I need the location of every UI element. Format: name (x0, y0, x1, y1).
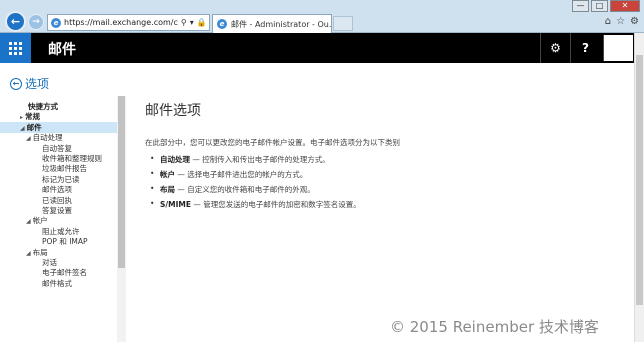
sidebar-item[interactable]: ◢ 自动处理 (26, 132, 63, 143)
browser-chrome: ← → e https://mail.exchange.com/c ⚲ ▾ 🔒 … (0, 0, 644, 33)
caret-down-icon[interactable]: ◢ (20, 125, 25, 132)
page-title: 邮件选项 (145, 103, 201, 119)
watermark: © 2015 Reinember 技术博客 (390, 318, 599, 336)
app-launcher-button[interactable] (0, 33, 31, 63)
sidebar-item[interactable]: ▸ 常规 (20, 111, 40, 122)
ie-tab-icon: e (217, 19, 227, 29)
category-item: 布局 — 自定义您的收件箱和电子邮件的外观。 (150, 184, 315, 195)
sidebar-item-label: 自动处理 (32, 133, 63, 143)
category-item: 自动处理 — 控制传入和传出电子邮件的处理方式。 (150, 154, 330, 165)
sidebar-item-label: 对话 (42, 258, 57, 267)
sidebar-item[interactable]: 阻止或允许 (42, 226, 80, 237)
sidebar-item[interactable]: 快捷方式 (28, 101, 58, 112)
sidebar-item-label: 常规 (25, 112, 41, 122)
home-icon[interactable]: ⌂ (605, 16, 611, 27)
caret-down-icon[interactable]: ◢ (26, 218, 31, 225)
sidebar-item[interactable]: 答复设置 (42, 205, 72, 216)
sidebar-item-label: 收件箱和整理规则 (42, 154, 102, 163)
category-term: 帐户 (160, 170, 175, 179)
category-item: S/MIME — 管理您发送的电子邮件的加密和数字签名设置。 (150, 199, 361, 210)
browser-back-button[interactable]: ← (5, 11, 26, 32)
new-tab-button[interactable] (333, 16, 353, 31)
sidebar-item[interactable]: ◢ 邮件 (0, 121, 117, 133)
category-term: S/MIME (160, 200, 191, 209)
address-url: https://mail.exchange.com/c (64, 18, 178, 27)
sidebar-item-label: 邮件 (26, 122, 42, 132)
sidebar-item[interactable]: POP 和 IMAP (42, 236, 88, 247)
maximize-button[interactable]: □ (591, 0, 608, 12)
sidebar-item[interactable]: 对话 (42, 257, 57, 268)
options-sidebar: 快捷方式 ▸ 常规 ◢ 邮件 ◢ 自动处理 自动答复 收件箱和整理规则 垃圾邮件报告 标记为已读 邮件… (0, 96, 128, 342)
ie-page-icon: e (51, 17, 61, 28)
sidebar-item-label: 布局 (32, 247, 48, 257)
sidebar-item-label: 电子邮件签名 (42, 268, 87, 278)
sidebar-item[interactable]: ◢ 布局 (26, 247, 48, 258)
lock-icon[interactable]: 🔒 (197, 18, 207, 27)
sidebar-item-label: 帐户 (32, 216, 48, 226)
sidebar-item[interactable]: ◢ 帐户 (26, 215, 48, 226)
category-description: — 控制传入和传出电子邮件的处理方式。 (190, 155, 330, 164)
app-title: 邮件 (48, 42, 76, 58)
sidebar-item[interactable]: 邮件选项 (42, 184, 72, 195)
search-icon[interactable]: ⚲ (181, 18, 187, 27)
category-description: — 自定义您的收件箱和电子邮件的外观。 (175, 185, 315, 194)
address-tools: ⚲ ▾ 🔒 ↻ (181, 18, 209, 27)
sidebar-item-label: 邮件格式 (42, 278, 72, 288)
settings-gear-icon[interactable]: ⚙ (540, 33, 570, 63)
page-scrollbar-thumb[interactable] (636, 55, 643, 305)
browser-forward-button[interactable]: → (28, 14, 44, 30)
options-back-label: 选项 (25, 77, 50, 91)
waffle-icon (9, 41, 22, 55)
star-icon[interactable]: ☆ (616, 16, 625, 27)
sidebar-scrollbar[interactable] (117, 96, 126, 342)
help-button[interactable]: ? (570, 33, 600, 63)
caret-down-icon[interactable]: ◢ (26, 250, 31, 257)
dropdown-icon[interactable]: ▾ (190, 18, 194, 27)
options-back-link[interactable]: ← 选项 (10, 75, 49, 92)
sidebar-item-label: 邮件选项 (42, 185, 72, 195)
tab-title: 邮件 - Administrator - Ou... (231, 19, 332, 29)
close-window-button[interactable]: ✕ (610, 0, 640, 12)
caret-right-icon[interactable]: ▸ (20, 114, 23, 121)
sidebar-item-label: 快捷方式 (28, 102, 58, 111)
sidebar-item[interactable]: 垃圾邮件报告 (42, 163, 87, 174)
sidebar-item-label: 阻止或允许 (42, 226, 80, 236)
window-controls: — □ ✕ (570, 0, 640, 12)
sidebar-scrollbar-thumb[interactable] (118, 96, 125, 268)
sidebar-item-label: 自动答复 (42, 143, 72, 153)
category-term: 自动处理 (160, 155, 190, 164)
minimize-button[interactable]: — (572, 0, 589, 12)
sidebar-item[interactable]: 自动答复 (42, 143, 72, 154)
address-bar[interactable]: e https://mail.exchange.com/c ⚲ ▾ 🔒 ↻ (47, 14, 210, 31)
page-scrollbar[interactable] (634, 33, 644, 342)
sidebar-item-label: 标记为已读 (42, 174, 80, 184)
sidebar-item[interactable]: 收件箱和整理规则 (42, 153, 102, 164)
browser-toolbar-icons: ⌂ ☆ ⚙ (605, 16, 639, 27)
category-description: — 管理您发送的电子邮件的加密和数字签名设置。 (190, 200, 361, 209)
sidebar-item-label: POP 和 IMAP (42, 237, 88, 247)
sidebar-item[interactable]: 电子邮件签名 (42, 267, 87, 278)
category-item: 帐户 — 选择电子邮件进出您的帐户的方式。 (150, 169, 308, 180)
user-account-button[interactable] (603, 35, 633, 61)
sidebar-item-label: 已读回执 (42, 195, 72, 205)
category-term: 布局 (160, 185, 175, 194)
sidebar-item[interactable]: 邮件格式 (42, 278, 72, 289)
sidebar-item[interactable]: 已读回执 (42, 195, 72, 206)
category-description: — 选择电子邮件进出您的帐户的方式。 (175, 170, 308, 179)
caret-down-icon[interactable]: ◢ (26, 135, 31, 142)
intro-text: 在此部分中，您可以更改您的电子邮件帐户设置。电子邮件选项分为以下类别 (145, 138, 400, 147)
browser-tab-mail[interactable]: e 邮件 - Administrator - Ou... × (212, 14, 332, 33)
sidebar-item-label: 答复设置 (42, 206, 72, 215)
back-arrow-icon: ← (10, 77, 22, 90)
sidebar-item-label: 垃圾邮件报告 (42, 164, 87, 174)
gear-icon[interactable]: ⚙ (630, 16, 639, 27)
owa-header-bar: 邮件 ⚙ ? (0, 33, 644, 63)
sidebar-item[interactable]: 标记为已读 (42, 174, 80, 185)
